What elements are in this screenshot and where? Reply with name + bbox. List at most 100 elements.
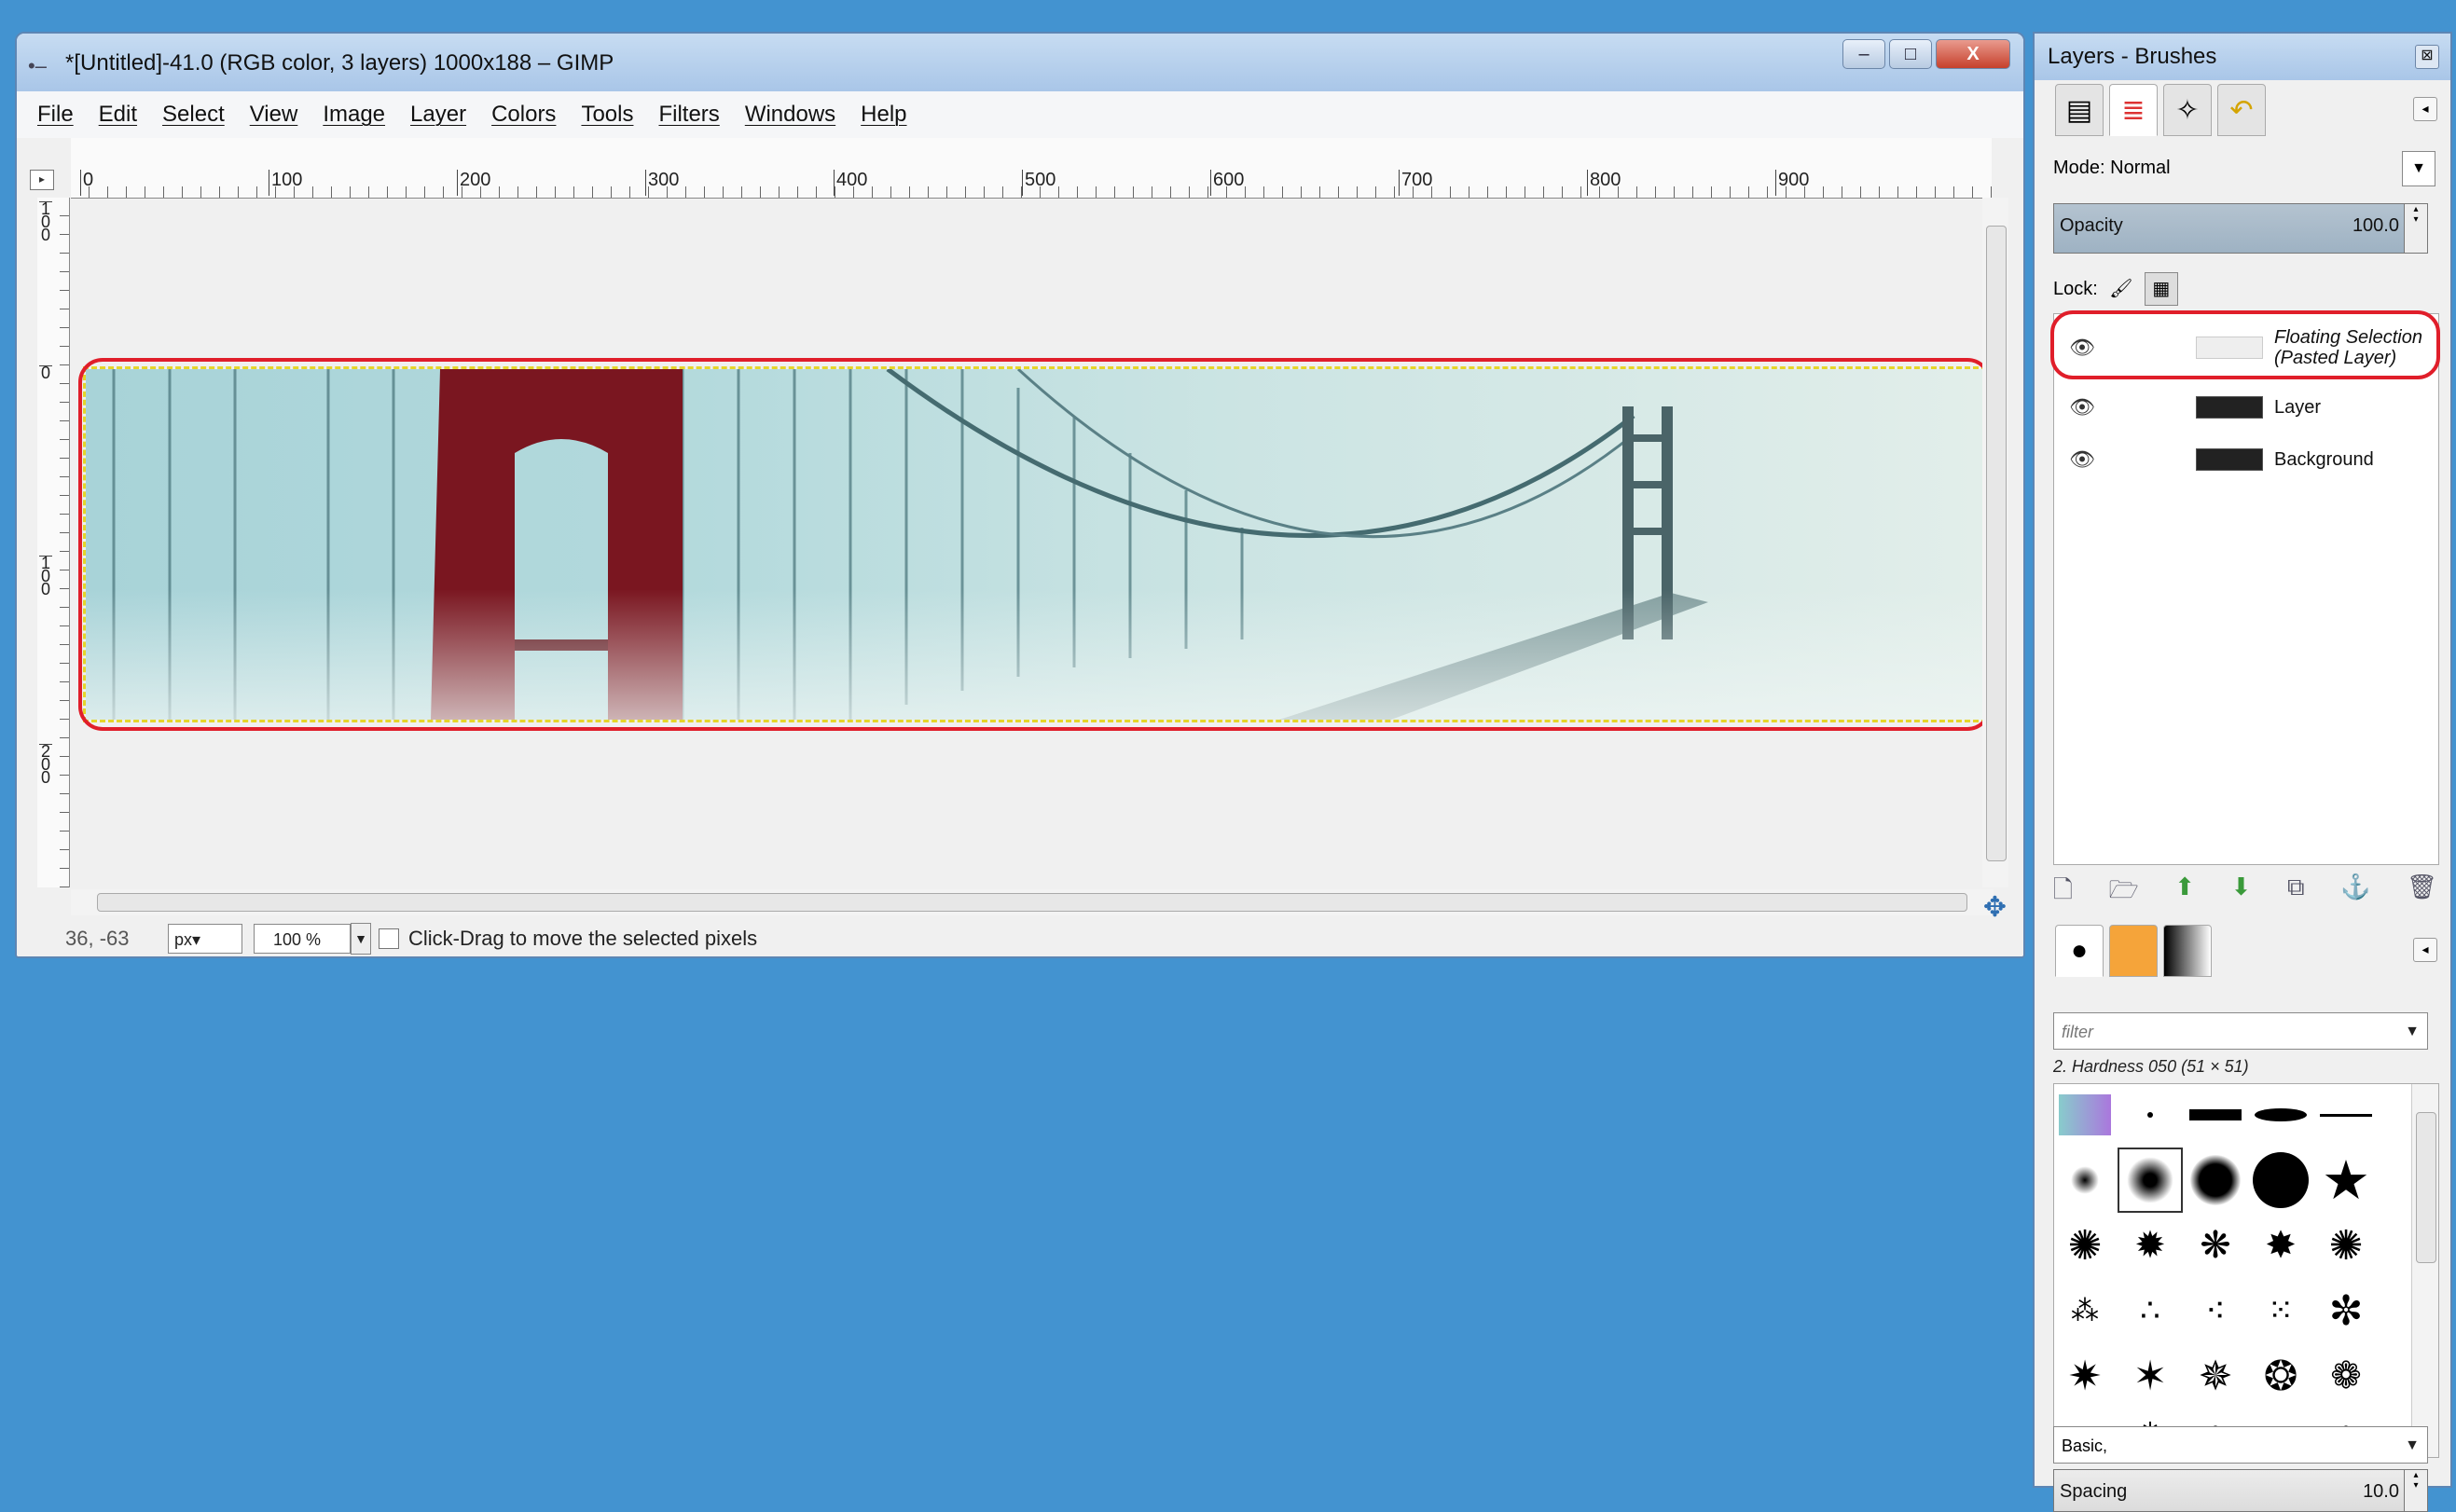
layer-row-floating-selection[interactable]: 👁 Floating Selection (Pasted Layer) bbox=[2050, 310, 2440, 379]
menu-image[interactable]: Image bbox=[323, 102, 385, 128]
brush-pixel[interactable] bbox=[2119, 1084, 2181, 1146]
brush-star[interactable]: ★ bbox=[2315, 1149, 2377, 1211]
lock-alpha-checker-icon[interactable]: ▦ bbox=[2144, 272, 2178, 306]
menu-layer[interactable]: Layer bbox=[410, 102, 466, 128]
brush-grid-scrollbar[interactable] bbox=[2411, 1084, 2438, 1457]
dock-title: Layers - Brushes bbox=[2048, 44, 2217, 69]
vertical-ruler[interactable]: 100 0 100 200 bbox=[37, 198, 70, 887]
brush-sponge[interactable]: ✼ bbox=[2315, 1280, 2377, 1341]
brush-hardness-100[interactable] bbox=[2250, 1149, 2311, 1211]
maximize-button[interactable]: □ bbox=[1889, 39, 1932, 69]
ruler-label: 100 bbox=[39, 554, 52, 598]
raise-layer-icon[interactable]: ⬆ bbox=[2174, 873, 2195, 910]
brush-block[interactable] bbox=[2185, 1084, 2246, 1146]
brush-splatter[interactable]: ✺ bbox=[2054, 1215, 2116, 1276]
tab-undo-history[interactable]: ↶ bbox=[2217, 84, 2266, 136]
layers-tab-menu-button[interactable]: ◂ bbox=[2413, 97, 2437, 121]
minimize-button[interactable]: – bbox=[1842, 39, 1885, 69]
quick-mask-toggle[interactable]: ▸ bbox=[30, 170, 54, 190]
lower-layer-icon[interactable]: ⬇ bbox=[2231, 873, 2252, 910]
chevron-down-icon[interactable]: ▼ bbox=[2405, 1013, 2420, 1051]
menu-edit[interactable]: Edit bbox=[99, 102, 137, 128]
delete-layer-icon[interactable]: 🗑 bbox=[2407, 873, 2437, 910]
selection-highlight-annotation bbox=[78, 358, 1992, 731]
brush-texture[interactable]: ✶ bbox=[2119, 1345, 2181, 1407]
vertical-scroll-thumb[interactable] bbox=[1986, 226, 2007, 861]
brush-splatter[interactable]: ❋ bbox=[2185, 1215, 2246, 1276]
eye-icon[interactable]: 👁 bbox=[2069, 447, 2095, 472]
layers-list[interactable]: 👁 Floating Selection (Pasted Layer) 👁 La… bbox=[2050, 310, 2440, 865]
brush-hardness-050[interactable] bbox=[2118, 1148, 2183, 1213]
vertical-scrollbar[interactable] bbox=[1982, 198, 2008, 887]
menu-file[interactable]: File bbox=[37, 102, 74, 128]
layers-brushes-dock: Layers - Brushes ⊠ ▤ ≣ ✧ ↶ ◂ Mode: Norma… bbox=[2033, 32, 2452, 1512]
brush-ellipse[interactable] bbox=[2250, 1084, 2311, 1146]
brush-texture[interactable]: ✵ bbox=[2185, 1345, 2246, 1407]
duplicate-layer-icon[interactable]: ⧉ bbox=[2287, 873, 2305, 910]
lock-pixels-brush-icon[interactable]: 🖌 bbox=[2105, 273, 2137, 305]
horizontal-scroll-thumb[interactable] bbox=[97, 893, 1967, 912]
spacing-spinner[interactable]: ▴ ▾ bbox=[2404, 1470, 2427, 1511]
mode-dropdown-button[interactable]: ▼ bbox=[2402, 151, 2435, 186]
menu-bar: File Edit Select View Image Layer Colors… bbox=[17, 91, 2023, 138]
new-layer-icon[interactable]: 🗋 bbox=[2053, 873, 2073, 910]
tab-brushes[interactable]: ● bbox=[2055, 925, 2104, 977]
spacing-value: 10.0 bbox=[2363, 1481, 2399, 1502]
layer-name: Background bbox=[2274, 449, 2374, 470]
brush-texture[interactable]: ❂ bbox=[2250, 1345, 2311, 1407]
brush-grid[interactable]: ★ ✺ ✹ ❋ ✸ ✺ ⁂ ∴ ⁖ ⁙ ✼ ✷ ✶ ✵ ❂ ❁ ❀ ⁑ ✾ ✿ … bbox=[2053, 1083, 2439, 1458]
spacing-slider[interactable]: Spacing 10.0 ▴ ▾ bbox=[2053, 1469, 2428, 1512]
layer-row-layer[interactable]: 👁 Layer bbox=[2054, 383, 2436, 432]
dock-close-button[interactable]: ⊠ bbox=[2415, 45, 2439, 69]
brush-sponge[interactable]: ⁖ bbox=[2185, 1280, 2246, 1341]
horizontal-scrollbar[interactable] bbox=[71, 889, 1994, 915]
opacity-spinner[interactable]: ▴ ▾ bbox=[2404, 204, 2427, 253]
brush-sponge[interactable]: ∴ bbox=[2119, 1280, 2181, 1341]
tab-patterns[interactable] bbox=[2109, 925, 2158, 977]
status-checkbox[interactable] bbox=[379, 928, 399, 949]
menu-help[interactable]: Help bbox=[861, 102, 906, 128]
chevron-down-icon[interactable]: ▼ bbox=[2405, 1427, 2420, 1464]
brush-splatter[interactable]: ✹ bbox=[2119, 1215, 2181, 1276]
zoom-dropdown-arrow[interactable]: ▼ bbox=[351, 923, 371, 955]
tab-paths[interactable]: ✧ bbox=[2163, 84, 2212, 136]
brush-line[interactable] bbox=[2315, 1084, 2377, 1146]
image-canvas[interactable] bbox=[71, 199, 1997, 889]
brush-splatter[interactable]: ✸ bbox=[2250, 1215, 2311, 1276]
brush-splatter[interactable]: ✺ bbox=[2315, 1215, 2377, 1276]
brush-texture[interactable]: ❁ bbox=[2315, 1345, 2377, 1407]
brush-sponge[interactable]: ⁂ bbox=[2054, 1280, 2116, 1341]
close-button[interactable]: X bbox=[1936, 39, 2010, 69]
brush-grid-scroll-thumb[interactable] bbox=[2416, 1112, 2436, 1263]
horizontal-ruler[interactable]: 0 100 200 300 400 500 600 700 800 900 bbox=[71, 138, 1992, 199]
tab-gradients[interactable] bbox=[2163, 925, 2212, 977]
brush-preset-dropdown[interactable]: Basic, ▼ bbox=[2053, 1426, 2428, 1464]
zoom-field[interactable]: 100 % bbox=[254, 924, 351, 954]
brush-sponge[interactable]: ⁙ bbox=[2250, 1280, 2311, 1341]
menu-colors[interactable]: Colors bbox=[491, 102, 556, 128]
menu-windows[interactable]: Windows bbox=[745, 102, 835, 128]
tab-layers[interactable]: ≣ bbox=[2109, 84, 2158, 136]
brush-hardness-075[interactable] bbox=[2185, 1149, 2246, 1211]
status-message: Click-Drag to move the selected pixels bbox=[408, 927, 758, 950]
brush-soft-small[interactable] bbox=[2054, 1149, 2116, 1211]
menu-tools[interactable]: Tools bbox=[581, 102, 633, 128]
unit-selector[interactable]: px▾ bbox=[168, 924, 242, 954]
layer-row-background[interactable]: 👁 Background bbox=[2054, 435, 2436, 484]
title-bar[interactable]: •– *[Untitled]-41.0 (RGB color, 3 layers… bbox=[17, 34, 2023, 92]
menu-view[interactable]: View bbox=[250, 102, 298, 128]
tab-layers-white[interactable]: ▤ bbox=[2055, 84, 2104, 136]
anchor-layer-icon[interactable]: ⚓ bbox=[2340, 873, 2370, 910]
menu-select[interactable]: Select bbox=[162, 102, 225, 128]
ruler-label: 200 bbox=[39, 742, 52, 787]
brush-texture[interactable]: ✷ bbox=[2054, 1345, 2116, 1407]
brush-filter-input[interactable]: filter ▼ bbox=[2053, 1012, 2428, 1050]
gimp-app-icon: •– bbox=[28, 54, 47, 77]
new-layer-group-icon[interactable]: 🗁 bbox=[2108, 873, 2138, 910]
dock-title-bar[interactable]: Layers - Brushes ⊠ bbox=[2035, 34, 2450, 80]
eye-icon[interactable]: 👁 bbox=[2069, 395, 2095, 419]
opacity-slider[interactable]: Opacity 100.0 ▴ ▾ bbox=[2053, 203, 2428, 254]
brush-clipboard-image[interactable] bbox=[2054, 1084, 2116, 1146]
menu-filters[interactable]: Filters bbox=[658, 102, 719, 128]
brushes-tab-menu-button[interactable]: ◂ bbox=[2413, 938, 2437, 962]
